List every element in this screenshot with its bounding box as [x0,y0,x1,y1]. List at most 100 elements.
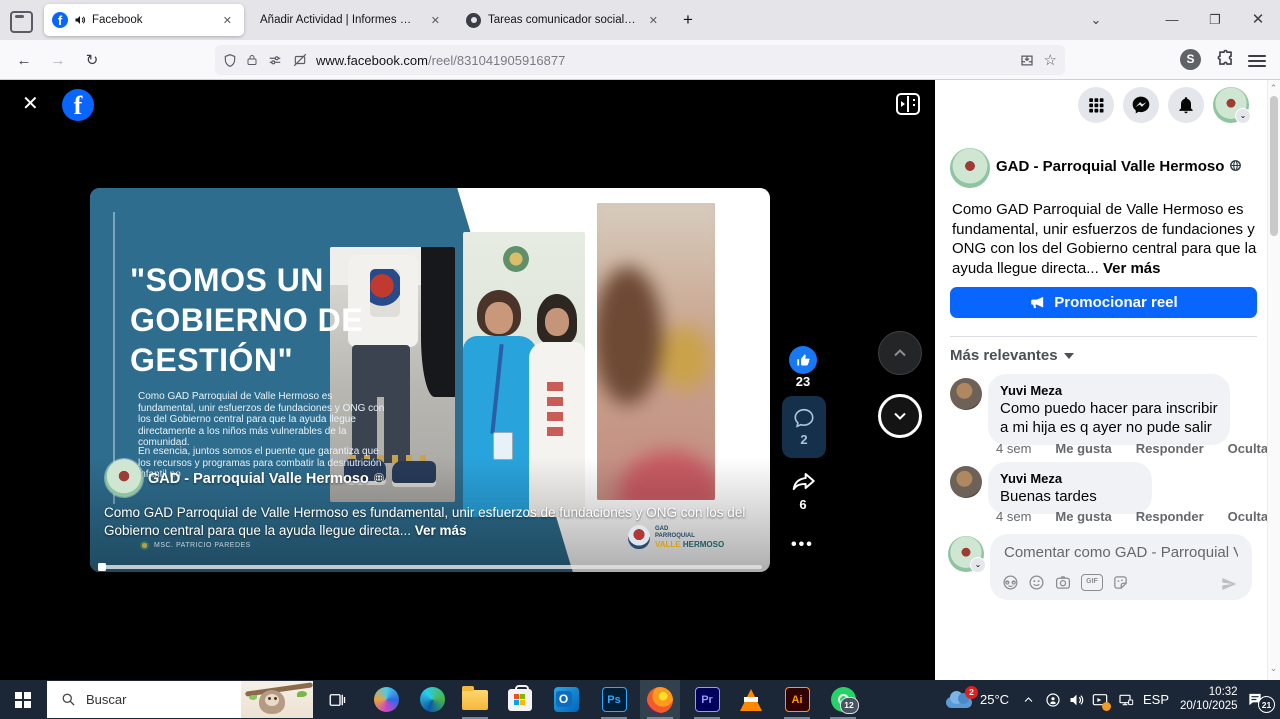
comment-reply-link[interactable]: Responder [1136,509,1204,524]
tab-close-icon[interactable]: ✕ [427,12,444,29]
back-button[interactable]: ← [10,48,38,74]
messenger-button[interactable] [1123,87,1159,123]
illustrator-button[interactable]: Ai [777,680,817,719]
commenter-avatar[interactable] [950,378,982,410]
language-indicator[interactable]: ESP [1143,680,1169,719]
comment-sort-dropdown[interactable]: Más relevantes [950,347,1074,364]
windows-logo-icon [15,692,31,708]
autoplay-blocked-icon[interactable] [292,53,308,67]
premiere-button[interactable]: Pr [687,680,727,719]
address-bar[interactable]: www.facebook.com/reel/831041905916877 ☆ [215,45,1065,75]
comment-bubble[interactable]: Yuvi Meza Buenas tardes [988,462,1152,514]
teams-tray-button[interactable] [1045,680,1061,719]
microsoft-store-button[interactable] [500,680,540,719]
edge-button[interactable] [412,680,452,719]
weather-tray-item[interactable]: 2 25°C [946,680,1009,719]
composer-avatar[interactable]: ⌄ [948,536,984,572]
scroll-up-icon[interactable]: ⌃ [1268,83,1279,94]
firefox-view-icon[interactable] [10,11,33,33]
avatar-sticker-icon[interactable] [1002,574,1019,591]
tab-overflow-icon[interactable]: ⌄ [1078,0,1114,40]
outlook-button[interactable] [546,680,586,719]
extension-s-badge[interactable]: S [1180,49,1201,70]
tab-close-icon[interactable]: ✕ [645,12,662,29]
comment-composer[interactable]: Comentar como GAD - Parroquial Vall... G… [990,534,1252,600]
tab-informes[interactable]: Añadir Actividad | Informes Mensua ✕ [252,4,452,36]
task-view-button[interactable] [317,680,357,719]
apps-menu-button[interactable] [1078,87,1114,123]
page-name[interactable]: GAD - Parroquial Valle Hermoso [996,158,1242,175]
facebook-logo[interactable]: f [62,89,94,121]
comment-button[interactable]: 2 [782,396,826,458]
page-name-overlay[interactable]: GAD - Parroquial Valle Hermoso [148,471,385,487]
comment-author[interactable]: Yuvi Meza [1000,470,1140,487]
lock-icon[interactable] [246,53,258,67]
clock-tray-item[interactable]: 10:3220/10/2025 [1180,680,1238,719]
window-close-button[interactable]: ✕ [1240,0,1276,40]
tab-audio-icon[interactable] [74,14,86,26]
page-avatar[interactable] [950,148,990,188]
gif-icon[interactable]: GIF [1081,574,1103,591]
url-text[interactable]: www.facebook.com/reel/831041905916877 [316,53,1010,68]
window-minimize-button[interactable]: — [1154,0,1190,40]
video-progress-bar[interactable] [98,565,762,569]
fullscreen-toggle-icon[interactable] [896,93,920,115]
composer-placeholder[interactable]: Comentar como GAD - Parroquial Vall... [1004,544,1238,561]
comment-bubble[interactable]: Yuvi Meza Como puedo hacer para inscribi… [988,374,1230,445]
menu-hamburger-icon[interactable] [1248,52,1266,66]
window-restore-button[interactable]: ❐ [1197,0,1233,40]
tab-tareas[interactable]: Tareas comunicador social GAD ✕ [458,4,670,36]
taskbar-search[interactable]: Buscar [47,681,313,718]
comment-like-link[interactable]: Me gusta [1055,509,1111,524]
more-options-icon[interactable]: ••• [791,536,814,554]
shield-icon[interactable] [223,53,237,68]
send-comment-icon[interactable] [1220,576,1238,592]
copilot-button[interactable] [366,680,406,719]
scroll-down-icon[interactable]: ⌄ [1268,663,1279,674]
photoshop-button[interactable]: Ps [594,680,634,719]
start-button[interactable] [0,680,46,719]
camera-icon[interactable] [1054,574,1072,591]
vlc-button[interactable] [731,680,771,719]
comment-time[interactable]: 4 sem [996,441,1031,456]
sticker-icon[interactable] [1112,574,1129,591]
comment-reply-link[interactable]: Responder [1136,441,1204,456]
next-reel-button[interactable] [878,394,922,438]
see-more-link[interactable]: Ver más [415,523,467,538]
reel-video[interactable]: "SOMOS UN GOBIERNO DE GESTIÓN" Como GAD … [90,188,770,572]
like-button[interactable] [789,346,817,374]
permissions-icon[interactable] [267,53,283,67]
close-reel-icon[interactable]: ✕ [22,94,39,114]
notification-center-button[interactable]: 21 [1246,680,1275,719]
whatsapp-button[interactable]: 12 [823,680,863,719]
bookmark-star-icon[interactable]: ☆ [1044,51,1057,69]
scrollbar-thumb[interactable] [1270,96,1278,236]
comment-author[interactable]: Yuvi Meza [1000,382,1218,399]
notifications-button[interactable] [1168,87,1204,123]
profile-avatar[interactable]: ⌄ [1213,87,1249,123]
comment-like-link[interactable]: Me gusta [1055,441,1111,456]
commenter-avatar[interactable] [950,466,982,498]
promote-reel-button[interactable]: Promocionar reel [950,287,1257,318]
network-tray-button[interactable] [1117,680,1135,719]
save-to-pocket-icon[interactable] [1019,53,1035,68]
file-explorer-button[interactable] [455,680,495,719]
forward-button[interactable]: → [44,48,72,74]
snip-tray-button[interactable] [1091,680,1109,719]
tab-close-icon[interactable]: ✕ [219,12,236,29]
reload-button[interactable]: ↻ [78,48,106,74]
tray-expand-button[interactable] [1022,680,1035,719]
comment-time[interactable]: 4 sem [996,509,1031,524]
previous-reel-button[interactable] [878,331,922,375]
firefox-button[interactable] [640,680,680,719]
page-avatar[interactable] [105,459,143,497]
emoji-icon[interactable] [1028,574,1045,591]
new-tab-button[interactable]: + [676,8,700,32]
volume-tray-button[interactable] [1068,680,1085,719]
sidebar-scrollbar[interactable]: ⌃ ⌄ [1267,80,1280,680]
extensions-puzzle-icon[interactable] [1216,49,1235,68]
tab-facebook[interactable]: f Facebook ✕ [44,4,244,36]
see-more-link[interactable]: Ver más [1103,260,1161,277]
video-progress-handle[interactable] [98,563,106,571]
share-arrow-icon[interactable] [789,468,819,494]
